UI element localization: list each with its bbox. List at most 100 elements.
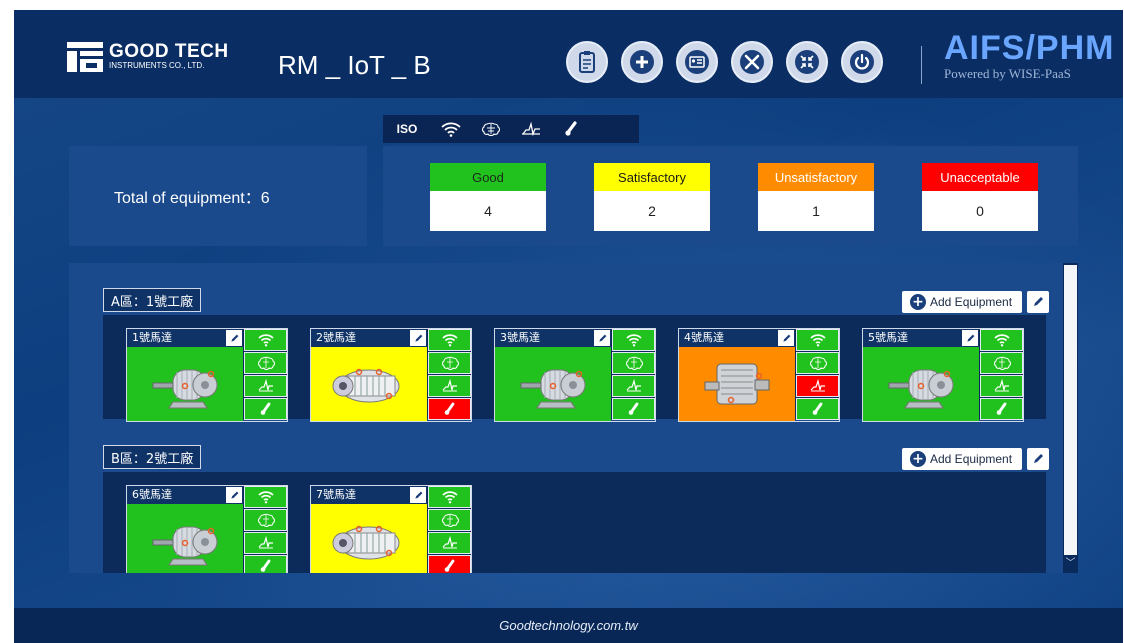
pencil-icon xyxy=(966,334,974,342)
equipment-card[interactable]: 6號馬達 xyxy=(126,485,288,573)
brain-icon xyxy=(257,513,275,527)
equipment-image[interactable] xyxy=(311,347,427,421)
settings-tools-button[interactable] xyxy=(731,41,773,83)
sensor-status-wifi-icon[interactable] xyxy=(244,329,287,351)
edit-equipment-button[interactable] xyxy=(594,330,610,346)
sensor-status-waveform-icon[interactable] xyxy=(244,375,287,397)
waveform-icon xyxy=(258,536,273,549)
brain-icon xyxy=(441,513,459,527)
equipment-image[interactable] xyxy=(127,504,243,573)
sensor-status-brain-icon[interactable] xyxy=(428,352,471,374)
pencil-icon xyxy=(230,334,238,342)
sensor-status-wifi-icon[interactable] xyxy=(980,329,1023,351)
sensor-status-wifi-icon[interactable] xyxy=(612,329,655,351)
sensor-status-column xyxy=(428,486,471,573)
brain-icon xyxy=(441,356,459,370)
sensor-status-thermometer-icon[interactable] xyxy=(980,398,1023,420)
sensor-status-waveform-icon[interactable] xyxy=(796,375,839,397)
sensor-status-waveform-icon[interactable] xyxy=(428,532,471,554)
profile-button[interactable] xyxy=(676,41,718,83)
edit-equipment-button[interactable] xyxy=(410,487,426,503)
scroll-down-arrow-icon[interactable]: ﹀ xyxy=(1064,557,1077,570)
add-equipment-button[interactable]: + Add Equipment xyxy=(902,448,1022,470)
tab-waveform[interactable] xyxy=(511,115,551,143)
sensor-status-wifi-icon[interactable] xyxy=(428,329,471,351)
sensor-status-column xyxy=(244,486,287,573)
waveform-icon xyxy=(994,379,1009,392)
wifi-icon xyxy=(441,122,461,137)
sensor-status-thermometer-icon[interactable] xyxy=(428,555,471,573)
brain-icon xyxy=(481,122,501,137)
sensor-status-brain-icon[interactable] xyxy=(244,509,287,531)
turbine-icon xyxy=(332,368,400,403)
equipment-card[interactable]: 7號馬達 xyxy=(310,485,472,573)
tab-temperature[interactable] xyxy=(551,115,591,143)
add-equipment-button[interactable]: + Add Equipment xyxy=(902,291,1022,313)
stat-unsatisfactory: Unsatisfactory 1 xyxy=(758,163,874,231)
brain-icon xyxy=(809,356,827,370)
equipment-card[interactable]: 2號馬達 xyxy=(310,328,472,422)
sensor-status-thermometer-icon[interactable] xyxy=(244,398,287,420)
sensor-status-thermometer-icon[interactable] xyxy=(612,398,655,420)
edit-equipment-button[interactable] xyxy=(410,330,426,346)
sensor-status-wifi-icon[interactable] xyxy=(796,329,839,351)
pencil-icon xyxy=(230,491,238,499)
tab-analysis[interactable] xyxy=(471,115,511,143)
sensor-status-wifi-icon[interactable] xyxy=(244,486,287,508)
scrollbar-thumb[interactable] xyxy=(1064,265,1077,555)
equipment-card[interactable]: 4號馬達 xyxy=(678,328,840,422)
edit-equipment-button[interactable] xyxy=(226,330,242,346)
pencil-icon xyxy=(1034,454,1043,463)
equipment-image[interactable] xyxy=(863,347,979,421)
sensor-status-column xyxy=(796,329,839,421)
sensor-status-brain-icon[interactable] xyxy=(796,352,839,374)
tab-wifi[interactable] xyxy=(431,115,471,143)
equipment-image[interactable] xyxy=(679,347,795,421)
stat-good-label: Good xyxy=(430,163,546,191)
sensor-status-column xyxy=(428,329,471,421)
equipment-card[interactable]: 1號馬達 xyxy=(126,328,288,422)
equipment-image[interactable] xyxy=(311,504,427,573)
view-tab-bar: ISO xyxy=(383,115,639,143)
thermometer-icon xyxy=(444,559,454,572)
sensor-status-brain-icon[interactable] xyxy=(980,352,1023,374)
edit-equipment-button[interactable] xyxy=(962,330,978,346)
equipment-image[interactable] xyxy=(127,347,243,421)
sensor-status-thermometer-icon[interactable] xyxy=(796,398,839,420)
sensor-status-column xyxy=(244,329,287,421)
header-divider xyxy=(921,46,922,84)
pencil-icon xyxy=(414,334,422,342)
power-button[interactable] xyxy=(841,41,883,83)
report-button[interactable] xyxy=(566,41,608,83)
sensor-status-waveform-icon[interactable] xyxy=(244,532,287,554)
sensor-status-thermometer-icon[interactable] xyxy=(428,398,471,420)
wifi-icon xyxy=(257,491,274,504)
equipment-image[interactable] xyxy=(495,347,611,421)
sensor-status-brain-icon[interactable] xyxy=(244,352,287,374)
add-button[interactable] xyxy=(621,41,663,83)
add-equipment-label: Add Equipment xyxy=(930,295,1013,309)
sensor-status-wifi-icon[interactable] xyxy=(428,486,471,508)
stat-satisfactory-value: 2 xyxy=(594,191,710,231)
page-title: RM _ IoT _ B xyxy=(278,50,431,80)
sensor-status-brain-icon[interactable] xyxy=(428,509,471,531)
sensor-status-thermometer-icon[interactable] xyxy=(244,555,287,573)
sensor-status-waveform-icon[interactable] xyxy=(612,375,655,397)
sensor-status-brain-icon[interactable] xyxy=(612,352,655,374)
tab-iso[interactable]: ISO xyxy=(383,115,431,143)
sensor-status-waveform-icon[interactable] xyxy=(980,375,1023,397)
edit-equipment-button[interactable] xyxy=(226,487,242,503)
equipment-card[interactable]: 3號馬達 xyxy=(494,328,656,422)
collapse-button[interactable] xyxy=(786,41,828,83)
edit-equipment-button[interactable] xyxy=(778,330,794,346)
motor-icon xyxy=(888,369,954,409)
stat-good: Good 4 xyxy=(430,163,546,231)
turbine-icon xyxy=(332,525,400,560)
motor-icon xyxy=(152,526,218,566)
edit-zone-button[interactable] xyxy=(1027,291,1049,313)
gearbox-icon xyxy=(704,363,770,405)
sensor-status-waveform-icon[interactable] xyxy=(428,375,471,397)
equipment-card[interactable]: 5號馬達 xyxy=(862,328,1024,422)
footer-url: Goodtechnology.com.tw xyxy=(499,618,638,633)
edit-zone-button[interactable] xyxy=(1027,448,1049,470)
